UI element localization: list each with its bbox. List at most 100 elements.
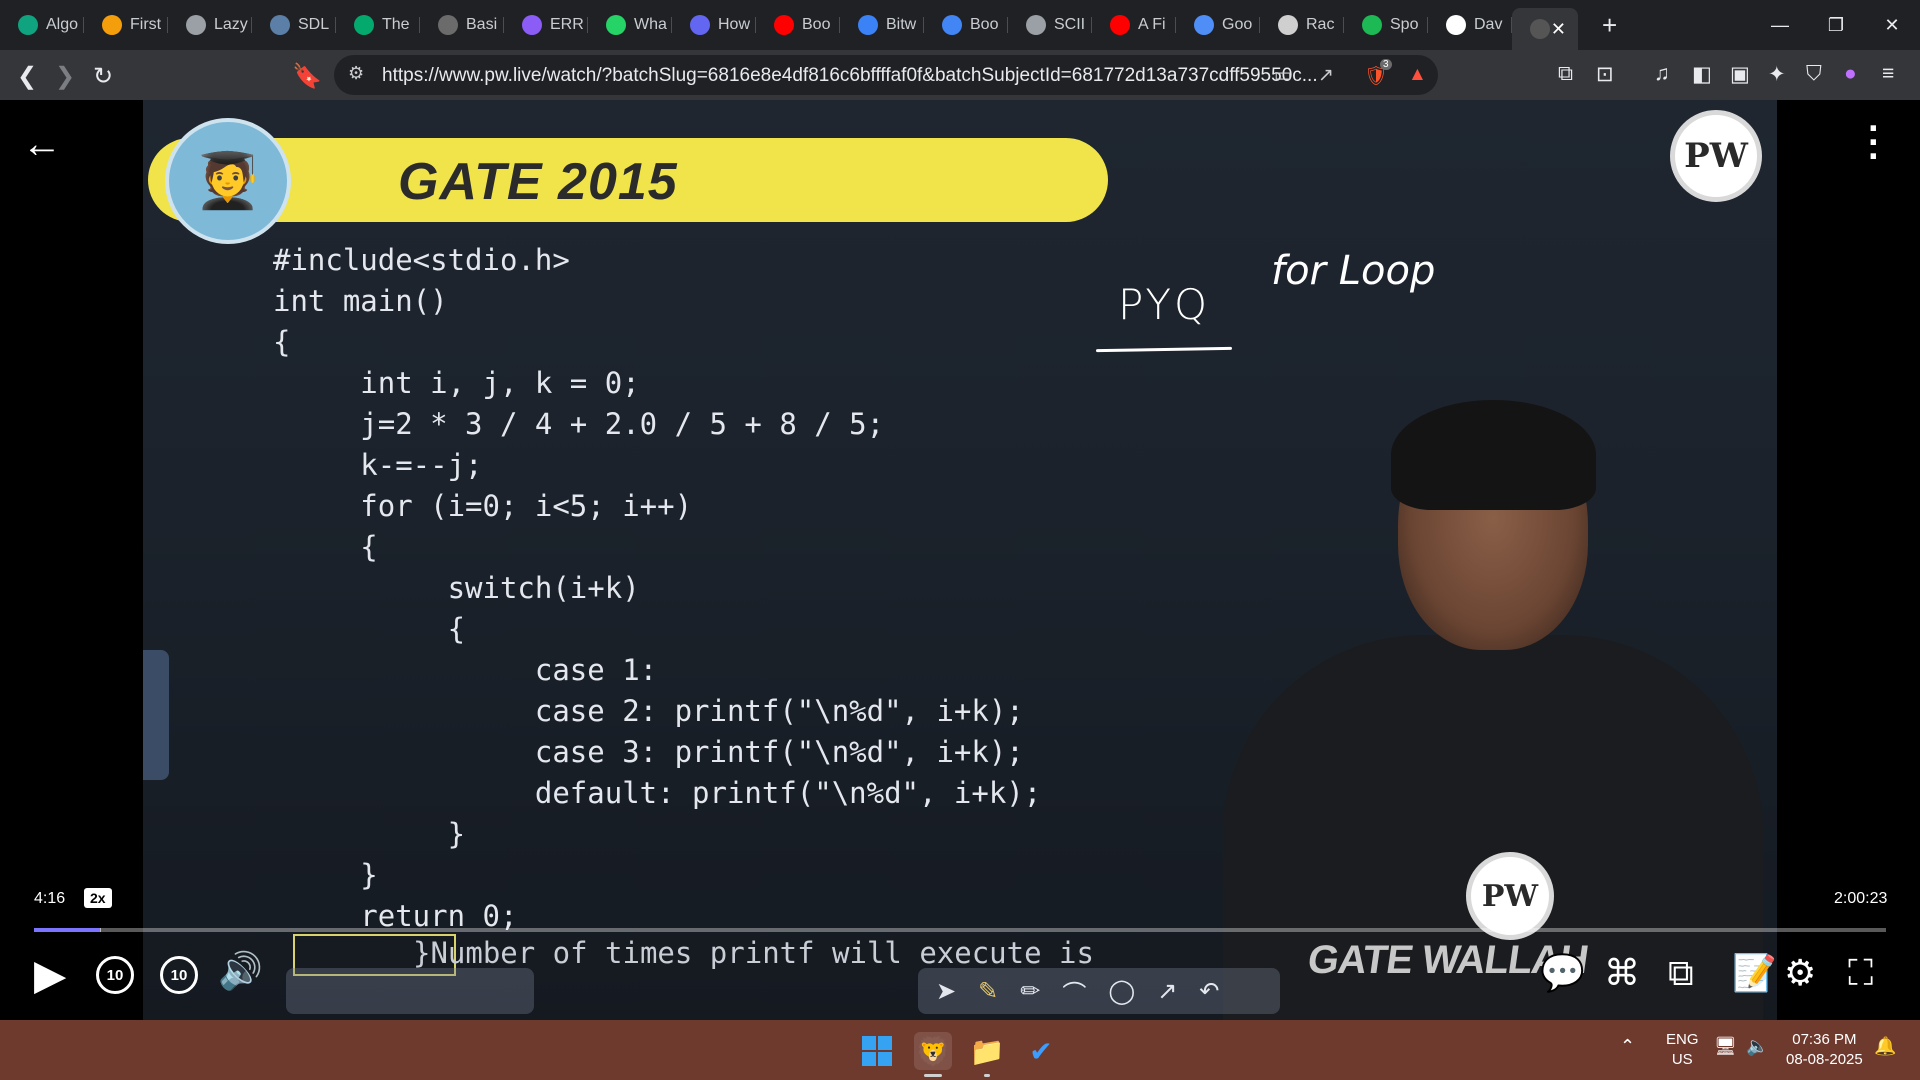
tab-title: ERR xyxy=(550,16,584,33)
tab-item[interactable]: Basi xyxy=(420,7,504,43)
clock-date: 08-08-2025 xyxy=(1786,1051,1863,1068)
minimize-icon[interactable]: — xyxy=(1752,0,1808,50)
file-explorer-icon[interactable]: 📁 xyxy=(968,1032,1006,1070)
forward-icon[interactable]: ❯ xyxy=(50,62,80,91)
address-bar[interactable]: ⚙ https://www.pw.live/watch/?batchSlug=6… xyxy=(334,55,1438,95)
url-text[interactable]: https://www.pw.live/watch/?batchSlug=681… xyxy=(382,65,1318,87)
google-icon xyxy=(942,15,962,35)
music-icon[interactable]: ♫ xyxy=(1654,62,1670,86)
clock[interactable]: 07:36 PM 08-08-2025 xyxy=(1786,1030,1863,1070)
tab-title: How xyxy=(718,16,751,33)
settings-icon[interactable]: ⚙ xyxy=(1784,952,1816,994)
video-player[interactable]: GATE 2015 🧑‍🎓 #include<stdio.h> int main(… xyxy=(0,100,1920,1020)
pip-icon[interactable]: ⧉ xyxy=(1668,952,1694,995)
tab-title: Bitw xyxy=(886,16,917,33)
vpn-icon[interactable]: ⛉ xyxy=(1806,62,1822,86)
bookmark-icon[interactable]: 🔖 xyxy=(292,62,322,91)
tab-item[interactable]: Goo xyxy=(1176,7,1260,43)
chat-icon[interactable]: 💬 xyxy=(1540,952,1585,994)
code-line: int main() xyxy=(273,284,448,318)
youtube-icon xyxy=(1110,15,1130,35)
cartoon-avatar: 🧑‍🎓 xyxy=(165,118,291,244)
close-tab-icon[interactable]: ✕ xyxy=(1551,19,1566,40)
tab-item[interactable]: How xyxy=(672,7,756,43)
tray-overflow-icon[interactable]: ⌃ xyxy=(1620,1036,1635,1056)
tab-title: The xyxy=(382,16,410,33)
tab-item[interactable]: Dav xyxy=(1428,7,1512,43)
windows-taskbar: 🦁 📁 ✔ ⌃ ENG US 🖥 🔈 07:36 PM 08-08-2025 🔔 xyxy=(0,1020,1920,1080)
todo-icon[interactable]: ✔ xyxy=(1022,1032,1060,1070)
tab-title: Dav xyxy=(1474,16,1503,33)
tab-title: SCII xyxy=(1054,16,1086,33)
tab-title: Wha xyxy=(634,16,667,33)
explorer-running-indicator xyxy=(984,1074,990,1077)
slide-banner: GATE 2015 xyxy=(148,138,1108,222)
more-options-icon[interactable]: · · · xyxy=(1868,110,1881,176)
player-back-icon[interactable]: ← xyxy=(22,122,62,167)
tab-item[interactable]: SCII xyxy=(1008,7,1092,43)
tab-title: Boo xyxy=(970,16,999,33)
tab-item[interactable]: A Fi xyxy=(1092,7,1176,43)
tab-item[interactable]: Lazy xyxy=(168,7,252,43)
brave-browser-icon[interactable]: 🦁 xyxy=(914,1032,952,1070)
tab-item[interactable]: ERR xyxy=(504,7,588,43)
globe-icon xyxy=(186,15,206,35)
share-icon[interactable]: ↗ xyxy=(1318,64,1334,87)
code-line: switch(i+k) xyxy=(273,571,640,605)
code-line: case 2: printf("\n%d", i+k); xyxy=(273,694,1024,728)
code-line: { xyxy=(273,612,466,646)
tab-item[interactable]: Spo xyxy=(1344,7,1428,43)
tab-item[interactable]: SDL xyxy=(252,7,336,43)
slide-title: GATE 2015 xyxy=(398,153,678,211)
menu-icon[interactable]: ≡ xyxy=(1882,62,1894,86)
notes-icon[interactable]: 📝 xyxy=(1732,952,1777,994)
rewind-label: 10 xyxy=(106,966,124,984)
restore-icon[interactable]: ❐ xyxy=(1808,0,1864,50)
fullscreen-icon[interactable]: ⛶ xyxy=(1848,952,1873,995)
language-bottom: US xyxy=(1671,1051,1693,1068)
tab-item[interactable]: Boo xyxy=(756,7,840,43)
window-controls: — ❐ ✕ xyxy=(1752,0,1920,50)
extensions-icon[interactable]: ⧉ xyxy=(1558,62,1573,86)
seek-bar[interactable] xyxy=(34,928,1886,932)
leo-ai-icon[interactable]: ✦ xyxy=(1768,62,1786,87)
network-icon[interactable]: 🖥 xyxy=(1714,1036,1737,1056)
notification-bell-icon[interactable]: 🔔 xyxy=(1874,1036,1896,1056)
w3schools-icon xyxy=(354,15,374,35)
tab-active-pw[interactable]: ✕ xyxy=(1512,8,1578,50)
new-tab-button[interactable]: + xyxy=(1602,10,1632,41)
tab-item[interactable]: Algo xyxy=(0,7,84,43)
current-time: 4:16 xyxy=(34,890,66,907)
handwriting-topic: for Loop xyxy=(1271,248,1436,294)
brave-rewards-icon[interactable]: ▲ xyxy=(1408,64,1427,86)
forward-10-icon[interactable]: 10 xyxy=(160,956,198,994)
playback-speed[interactable]: 2x xyxy=(84,888,112,908)
back-icon[interactable]: ❮ xyxy=(12,62,42,91)
reader-icon[interactable]: ⊡ xyxy=(1596,62,1614,87)
language-indicator[interactable]: ENG US xyxy=(1666,1030,1699,1070)
pen-icon: ✏ xyxy=(1020,977,1041,1005)
tab-item[interactable]: First xyxy=(84,7,168,43)
cast-icon[interactable]: ▭ xyxy=(1274,64,1292,87)
profile-icon[interactable]: ● xyxy=(1844,62,1857,86)
site-settings-icon[interactable]: ⚙ xyxy=(348,63,364,84)
bookmark-icon xyxy=(690,15,710,35)
tab-item[interactable]: Wha xyxy=(588,7,672,43)
side-panel-handle[interactable] xyxy=(143,650,169,780)
tab-item[interactable]: The xyxy=(336,7,420,43)
speaker-icon[interactable]: 🔈 xyxy=(1746,1036,1768,1056)
volume-icon[interactable]: 🔊 xyxy=(218,950,263,992)
wallet-icon[interactable]: ▣ xyxy=(1730,62,1750,87)
close-window-icon[interactable]: ✕ xyxy=(1864,0,1920,50)
tab-item[interactable]: Rac xyxy=(1260,7,1344,43)
reload-icon[interactable]: ↻ xyxy=(88,62,118,91)
sidebar-icon[interactable]: ◧ xyxy=(1692,62,1712,87)
translate-icon[interactable]: ⌘ xyxy=(1604,952,1640,994)
undo-icon: ↶ xyxy=(1199,977,1220,1005)
rewind-10-icon[interactable]: 10 xyxy=(96,956,134,994)
tab-item[interactable]: Boo xyxy=(924,7,1008,43)
eraser-icon: ◯ xyxy=(1108,977,1136,1005)
tab-item[interactable]: Bitw xyxy=(840,7,924,43)
windows-start-icon[interactable] xyxy=(862,1036,892,1066)
play-icon[interactable]: ▶ xyxy=(34,950,66,999)
